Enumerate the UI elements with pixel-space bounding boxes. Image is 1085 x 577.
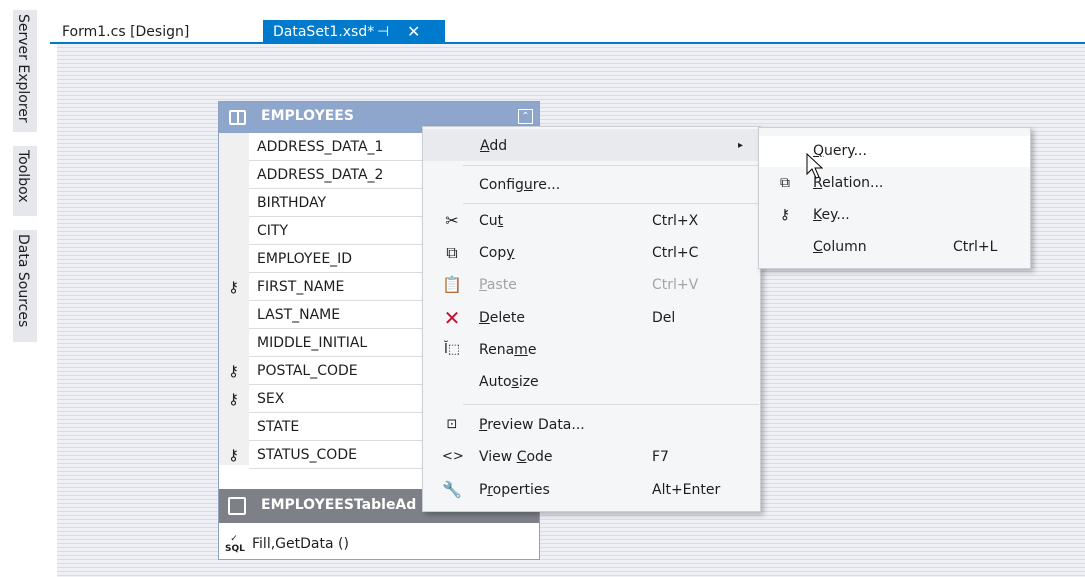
relation-icon: ⧉: [780, 175, 790, 191]
code-icon: <>: [442, 449, 464, 464]
key-icon: ⚷: [228, 390, 239, 408]
copy-icon: ⧉: [446, 243, 458, 262]
paste-icon: 📋: [442, 275, 462, 294]
collapse-icon[interactable]: ⌃: [518, 109, 533, 124]
table-adapter-title: EMPLOYEESTableAd: [261, 497, 417, 513]
menu-item-autosize[interactable]: Autosize: [423, 366, 760, 398]
rename-icon: Ĭ⬚: [443, 342, 461, 357]
tab-dataset1-xsd[interactable]: DataSet1.xsd* ⊣ ✕: [263, 20, 445, 44]
delete-icon: ✕: [443, 306, 461, 330]
sql-query-icon: ✓ SQL: [225, 534, 245, 554]
add-submenu: Query... ⧉ Relation... ⚷ Key... Column C…: [758, 127, 1031, 269]
table-adapter-icon: [228, 497, 246, 515]
menu-separator: [463, 203, 759, 204]
pin-icon[interactable]: ⊣: [377, 20, 389, 44]
tab-title: DataSet1.xsd*: [273, 24, 375, 40]
menu-separator: [463, 404, 759, 405]
menu-item-copy[interactable]: ⧉ Copy Ctrl+C: [423, 237, 760, 269]
menu-item-delete[interactable]: ✕ Delete Del: [423, 302, 760, 334]
menu-item-preview-data[interactable]: ⊡ Preview Data...: [423, 409, 760, 441]
datatable-icon: [229, 110, 246, 125]
close-icon[interactable]: ✕: [407, 20, 420, 44]
menu-separator: [463, 165, 759, 166]
menu-item-add[interactable]: Add ▸: [423, 129, 760, 161]
submenu-item-key[interactable]: ⚷ Key...: [759, 200, 1030, 231]
key-icon: ⚷: [228, 278, 239, 296]
tab-form1-design[interactable]: Form1.cs [Design]: [52, 20, 199, 44]
menu-item-rename[interactable]: Ĭ⬚ Rename: [423, 334, 760, 366]
side-rail: Server Explorer Toolbox Data Sources: [0, 0, 50, 577]
submenu-item-relation[interactable]: ⧉ Relation...: [759, 168, 1030, 199]
menu-item-cut[interactable]: ✂ Cut Ctrl+X: [423, 205, 760, 237]
submenu-arrow-icon: ▸: [738, 140, 744, 151]
scissors-icon: ✂: [445, 211, 459, 230]
key-icon: ⚷: [228, 362, 239, 380]
key-icon: ⚷: [779, 207, 791, 223]
submenu-item-query[interactable]: Query...: [759, 136, 1030, 167]
table-title: EMPLOYEES: [261, 108, 354, 124]
adapter-query-row[interactable]: ✓ SQL Fill,GetData (): [219, 530, 539, 558]
menu-item-paste[interactable]: 📋 Paste Ctrl+V: [423, 269, 760, 301]
query-method-label: Fill,GetData (): [252, 536, 349, 552]
preview-icon: ⊡: [446, 417, 458, 432]
key-icon: ⚷: [228, 446, 239, 464]
menu-item-configure[interactable]: Configure...: [423, 169, 760, 201]
menu-item-view-code[interactable]: <> View Code F7: [423, 441, 760, 473]
submenu-item-column[interactable]: Column Ctrl+L: [759, 232, 1030, 263]
context-menu: Add ▸ Configure... ✂ Cut Ctrl+X ⧉ Copy C…: [422, 126, 761, 512]
menu-item-properties[interactable]: 🔧 Properties Alt+Enter: [423, 474, 760, 506]
wrench-icon: 🔧: [442, 480, 462, 499]
document-tabstrip: Form1.cs [Design] DataSet1.xsd* ⊣ ✕: [50, 0, 1085, 44]
